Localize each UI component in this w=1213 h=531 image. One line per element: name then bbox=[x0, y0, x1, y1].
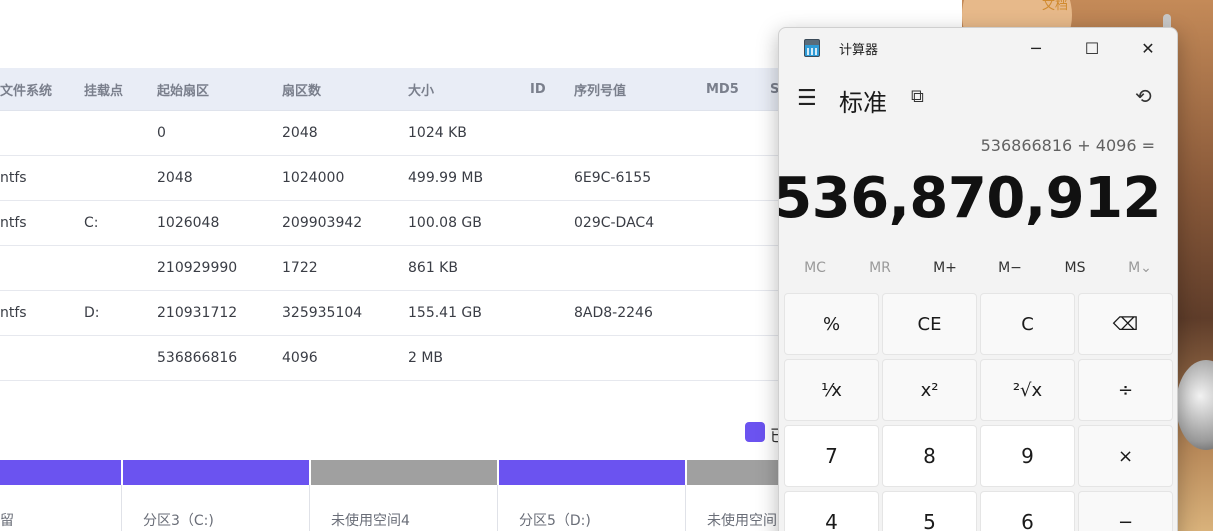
result-display: 536,870,912 bbox=[778, 166, 1161, 231]
keep-on-top-icon[interactable]: ⧉ bbox=[911, 86, 924, 107]
memory-button-2[interactable]: M+ bbox=[915, 260, 975, 276]
operator-button[interactable]: % bbox=[784, 293, 879, 355]
expression-display: 536866816 + 4096 = bbox=[980, 136, 1155, 155]
chart-slice-label-overlay: 文档 bbox=[1042, 0, 1069, 13]
cell-start: 1026048 bbox=[157, 215, 220, 231]
cell-sectors: 4096 bbox=[282, 350, 318, 366]
digit-8-button[interactable]: 8 bbox=[882, 425, 977, 487]
cell-size: 861 KB bbox=[408, 260, 458, 276]
cell-mount: D: bbox=[84, 305, 100, 321]
cell-start: 210931712 bbox=[157, 305, 238, 321]
partition-bar-segment[interactable] bbox=[123, 460, 309, 485]
cell-sectors: 209903942 bbox=[282, 215, 363, 231]
partition-label: 留 bbox=[0, 513, 14, 529]
cell-size: 1024 KB bbox=[408, 125, 467, 141]
cell-size: 155.41 GB bbox=[408, 305, 482, 321]
operator-button[interactable]: C bbox=[980, 293, 1075, 355]
calculator-window: 计算器 ─ ☐ ✕ ☰ 标准 ⧉ ⟲ 536866816 + 4096 = 53… bbox=[778, 27, 1178, 531]
cell-serial: 029C-DAC4 bbox=[574, 215, 655, 231]
cell-serial: 6E9C-6155 bbox=[574, 170, 652, 186]
partition-label: 未使用空间4 bbox=[331, 513, 410, 529]
digit-9-button[interactable]: 9 bbox=[980, 425, 1075, 487]
operator-button[interactable]: ÷ bbox=[1078, 359, 1173, 421]
operator-button[interactable]: ²√x bbox=[980, 359, 1075, 421]
minimize-button[interactable]: ─ bbox=[1013, 34, 1059, 62]
cell-size: 499.99 MB bbox=[408, 170, 484, 186]
cell-start: 210929990 bbox=[157, 260, 238, 276]
col-mount[interactable]: 挂载点 bbox=[84, 80, 123, 99]
col-filesystem[interactable]: 文件系统 bbox=[0, 80, 52, 99]
col-serial[interactable]: 序列号值 bbox=[574, 80, 626, 99]
cell-size: 2 MB bbox=[408, 350, 444, 366]
calculator-app-icon bbox=[804, 39, 820, 57]
partition-bar-segment[interactable] bbox=[687, 460, 779, 485]
digit-7-button[interactable]: 7 bbox=[784, 425, 879, 487]
cell-mount: C: bbox=[84, 215, 99, 231]
partition-bar-segment[interactable] bbox=[499, 460, 685, 485]
col-size[interactable]: 大小 bbox=[408, 80, 434, 99]
col-id[interactable]: ID bbox=[530, 82, 546, 97]
operator-button[interactable]: × bbox=[1078, 425, 1173, 487]
digit-4-button[interactable]: 4 bbox=[784, 491, 879, 531]
cell-start: 2048 bbox=[157, 170, 193, 186]
menu-icon[interactable]: ☰ bbox=[797, 86, 817, 111]
legend-swatch bbox=[745, 422, 765, 442]
cell-sectors: 2048 bbox=[282, 125, 318, 141]
partition-bar-segment[interactable] bbox=[311, 460, 497, 485]
window-title: 计算器 bbox=[839, 43, 879, 58]
digit-6-button[interactable]: 6 bbox=[980, 491, 1075, 531]
cell-fs: ntfs bbox=[0, 170, 27, 186]
cell-fs: ntfs bbox=[0, 305, 27, 321]
cell-size: 100.08 GB bbox=[408, 215, 482, 231]
history-icon[interactable]: ⟲ bbox=[1135, 84, 1152, 108]
partition-divider bbox=[685, 485, 686, 531]
cell-sectors: 1722 bbox=[282, 260, 318, 276]
mode-title: 标准 bbox=[839, 89, 887, 117]
close-button[interactable]: ✕ bbox=[1125, 34, 1171, 62]
cell-start: 0 bbox=[157, 125, 166, 141]
operator-button[interactable]: CE bbox=[882, 293, 977, 355]
partition-bar-segment[interactable] bbox=[0, 460, 121, 485]
col-sectors[interactable]: 扇区数 bbox=[282, 80, 321, 99]
partition-label: 分区3（C:) bbox=[143, 513, 214, 529]
operator-button[interactable]: x² bbox=[882, 359, 977, 421]
cell-serial: 8AD8-2246 bbox=[574, 305, 653, 321]
memory-button-5[interactable]: M⌄ bbox=[1110, 260, 1170, 276]
partition-label: 分区5（D:) bbox=[519, 513, 591, 529]
partition-divider bbox=[497, 485, 498, 531]
col-start[interactable]: 起始扇区 bbox=[157, 80, 209, 99]
memory-button-4[interactable]: MS bbox=[1045, 260, 1105, 276]
partition-divider bbox=[309, 485, 310, 531]
col-md5[interactable]: MD5 bbox=[706, 82, 739, 97]
operator-button[interactable]: ¹⁄x bbox=[784, 359, 879, 421]
digit-5-button[interactable]: 5 bbox=[882, 491, 977, 531]
partition-label: 未使用空间6 bbox=[707, 513, 786, 529]
cell-fs: ntfs bbox=[0, 215, 27, 231]
cell-start: 536866816 bbox=[157, 350, 238, 366]
memory-button-0[interactable]: MC bbox=[785, 260, 845, 276]
maximize-button[interactable]: ☐ bbox=[1069, 34, 1115, 62]
memory-button-3[interactable]: M− bbox=[980, 260, 1040, 276]
operator-button[interactable]: ⌫ bbox=[1078, 293, 1173, 355]
partition-divider bbox=[121, 485, 122, 531]
cell-sectors: 325935104 bbox=[282, 305, 363, 321]
operator-button[interactable]: − bbox=[1078, 491, 1173, 531]
cell-sectors: 1024000 bbox=[282, 170, 345, 186]
memory-button-1[interactable]: MR bbox=[850, 260, 910, 276]
